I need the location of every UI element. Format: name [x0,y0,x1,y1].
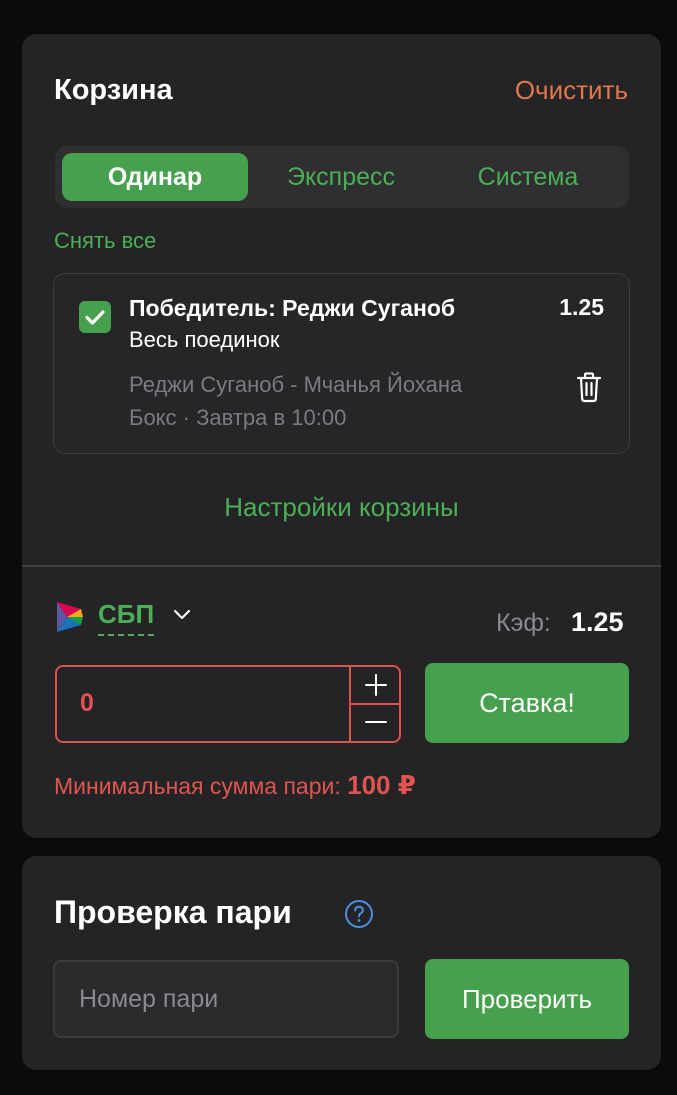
bet-title: Победитель: Реджи Суганоб [129,295,456,321]
minus-icon [365,721,387,723]
tab-system[interactable]: Система [434,153,622,201]
divider [22,565,661,567]
check-bet-button[interactable]: Проверить [425,959,629,1039]
plus-icon [365,674,387,696]
payment-method-select[interactable]: СБП [98,599,155,636]
clear-button[interactable]: Очистить [515,75,628,106]
stake-amount-value[interactable]: 0 [80,689,94,718]
min-sum-value: 100 ₽ [347,770,416,800]
stake-amount-field[interactable]: 0 [55,665,401,743]
bet-check-panel: Проверка пари Проверить [22,856,661,1070]
min-sum-message: Минимальная сумма пари: 100 ₽ [54,770,416,801]
tab-single[interactable]: Одинар [62,153,248,201]
place-bet-button[interactable]: Ставка! [425,663,629,743]
bet-type-tabs: Одинар Экспресс Система [55,146,629,208]
sbp-logo-icon [55,600,87,634]
bet-check-title: Проверка пари [54,894,292,930]
basket-title: Корзина [54,74,173,106]
remove-all-link[interactable]: Снять все [54,228,156,254]
bet-event: Реджи Суганоб - Мчанья Йохана [129,372,463,397]
tab-express[interactable]: Экспресс [248,153,434,201]
bet-checkbox[interactable] [79,301,111,333]
decrease-button[interactable] [351,704,401,741]
coef-value: 1.25 [571,607,624,637]
bet-item: Победитель: Реджи Суганоб 1.25 Весь поед… [53,273,630,454]
bet-sport-time: Бокс · Завтра в 10:00 [129,405,347,430]
basket-settings-link[interactable]: Настройки корзины [22,492,661,523]
amount-stepper [349,667,401,741]
basket-panel: Корзина Очистить Одинар Экспресс Система… [22,34,661,838]
chevron-down-icon[interactable] [172,608,192,622]
trash-icon[interactable] [574,370,604,404]
min-sum-label: Минимальная сумма пари: [54,773,341,799]
bet-number-input[interactable] [53,960,399,1038]
bet-market: Весь поединок [129,327,280,352]
help-icon[interactable] [344,899,374,929]
increase-button[interactable] [351,667,401,705]
bet-odds: 1.25 [559,294,604,320]
checkmark-icon [85,310,105,325]
coef-label: Кэф: [496,609,551,637]
